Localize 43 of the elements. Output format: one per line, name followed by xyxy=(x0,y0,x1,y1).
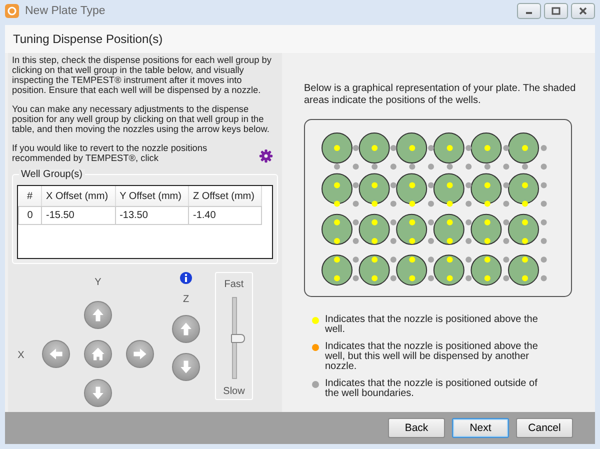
slow-label: Slow xyxy=(223,386,245,397)
down-arrow-button[interactable] xyxy=(172,353,200,381)
table-cell[interactable]: 0 xyxy=(18,206,42,224)
column-header: X Offset (mm) xyxy=(42,186,116,206)
x-axis-label: X xyxy=(18,350,24,360)
right-arrow-button[interactable] xyxy=(126,340,154,368)
instruction-text: In this step, check the dispense positions for each well group by clicking on that well group in the table below, and visually inspecting the TEMPEST® instrument after it moves into position. Ensure that each well will be dispensed by a nozzle. xyxy=(12,55,272,95)
column-header: Z Offset (mm) xyxy=(188,186,262,206)
legend-text: Indicates that the nozzle is positioned above the well, but this well will be dispensed by another nozzle. xyxy=(325,342,539,372)
maximize-icon xyxy=(551,6,561,16)
table-cell[interactable]: -15.50 xyxy=(42,206,116,224)
z-axis-label: Z xyxy=(182,294,190,305)
up-arrow-button[interactable] xyxy=(84,301,112,329)
footer-button[interactable]: Cancel xyxy=(516,418,573,438)
info-icon[interactable] xyxy=(180,272,192,284)
gear-icon[interactable] xyxy=(259,149,273,163)
minimize-button[interactable] xyxy=(517,3,541,19)
fast-label: Fast xyxy=(224,279,244,290)
legend-text: Indicates that the nozzle is positioned above the well. xyxy=(325,315,539,335)
column-header: Y Offset (mm) xyxy=(115,186,188,206)
window-title: New Plate Type xyxy=(25,5,106,17)
legend-text: Indicates that the nozzle is positioned outside of the well boundaries. xyxy=(325,379,538,399)
speed-slider-thumb[interactable] xyxy=(230,334,244,343)
y-axis-label: Y xyxy=(94,276,102,288)
down-arrow-button[interactable] xyxy=(84,379,112,407)
footer-button[interactable]: Back xyxy=(388,418,445,438)
up-arrow-button[interactable] xyxy=(172,315,200,343)
footer-button[interactable]: Next xyxy=(452,418,509,438)
table-cell[interactable]: -13.50 xyxy=(115,206,188,224)
left-arrow-button[interactable] xyxy=(42,340,70,368)
app-icon xyxy=(5,4,19,18)
close-button[interactable] xyxy=(571,3,595,19)
maximize-button[interactable] xyxy=(544,3,568,19)
home-icon xyxy=(89,345,107,363)
group-label: Well Group(s) xyxy=(19,169,84,180)
column-header: # xyxy=(18,186,42,206)
plate-description: Below is a graphical representation of your plate. The shaded areas indicate the positions of the wells. xyxy=(304,83,577,107)
home-button[interactable] xyxy=(84,340,112,368)
table-cell[interactable]: -1.40 xyxy=(188,206,262,224)
instruction-text: If you would like to revert to the nozzle positions recommended by TEMPEST®, click xyxy=(12,143,208,163)
close-icon xyxy=(578,6,588,16)
instruction-text: You can make any necessary adjustments to the dispense position for any well group by clicking on that well group in the table, and then moving the nozzles using the arrow keys below. xyxy=(12,104,270,134)
step-title: Tuning Dispense Position(s) xyxy=(13,32,163,46)
